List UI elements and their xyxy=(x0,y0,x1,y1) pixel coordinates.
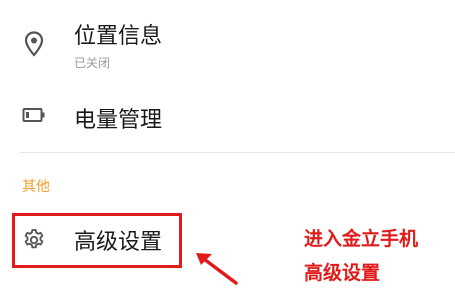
annotation-arrow-icon xyxy=(196,253,238,285)
annotation-text: 进入金立手机 高级设置 xyxy=(304,222,454,290)
section-header-other: 其他 xyxy=(22,179,50,195)
annotation-line-1: 进入金立手机 xyxy=(304,228,419,250)
highlight-box xyxy=(12,213,182,268)
settings-item-battery[interactable]: 电量管理 xyxy=(0,88,455,152)
section-divider xyxy=(20,152,455,153)
settings-item-subtitle: 已关闭 xyxy=(74,56,111,70)
annotation-line-2: 高级设置 xyxy=(304,262,381,284)
settings-item-title: 位置信息 xyxy=(74,24,163,49)
location-pin-icon xyxy=(24,31,44,57)
settings-item-title: 电量管理 xyxy=(74,108,163,133)
battery-icon xyxy=(22,108,45,122)
settings-item-location[interactable]: 位置信息 已关闭 xyxy=(0,0,455,88)
